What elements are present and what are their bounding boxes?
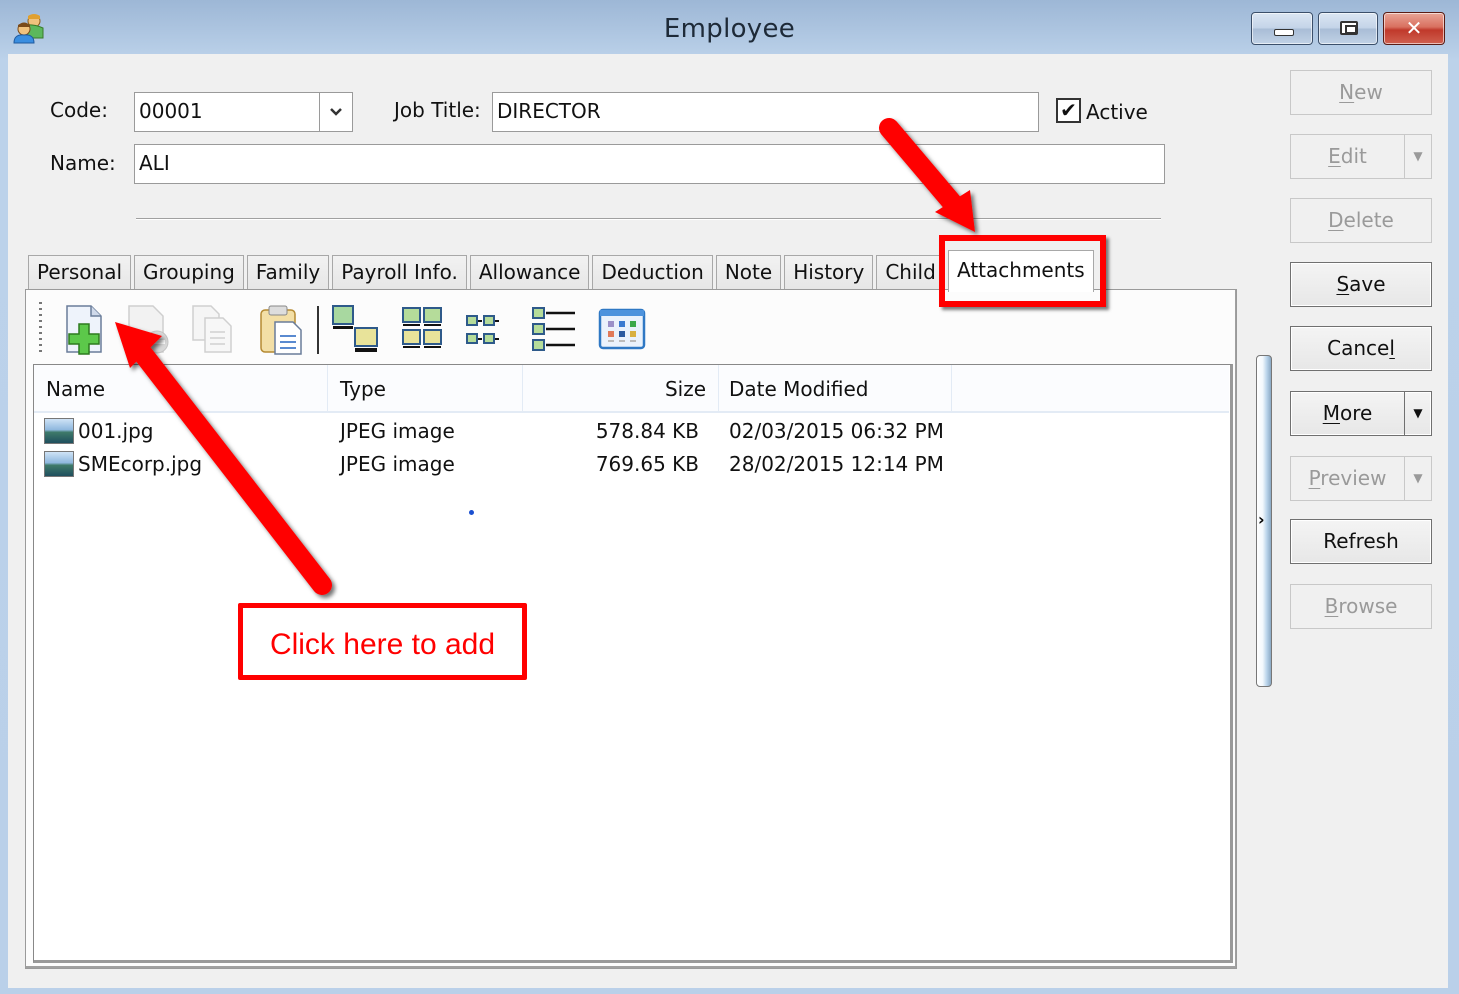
attachments-list[interactable]: Name Type Size Date Modified 001.jpg JPE… (33, 364, 1233, 963)
cancel-label-pre: Cance (1327, 336, 1390, 360)
checkmark-icon: ✔ (1060, 98, 1077, 122)
close-icon: ✕ (1405, 16, 1423, 40)
title-bar: Employee ✕ (0, 0, 1459, 54)
view-details-icon[interactable] (597, 302, 649, 356)
browse-button[interactable]: Browse (1290, 584, 1432, 629)
save-label-post: ave (1349, 272, 1386, 296)
file-size: 578.84 KB (595, 419, 699, 443)
toolbar-separator (317, 306, 319, 354)
delete-label-accel: D (1328, 208, 1344, 232)
view-small-icons-icon[interactable] (461, 302, 513, 356)
preview-label-post: review (1320, 466, 1387, 490)
cursor-dot (469, 510, 474, 515)
list-item[interactable]: 001.jpg JPEG image 578.84 KB 02/03/2015 … (34, 415, 1229, 448)
toolbar-grip-handle[interactable] (39, 302, 42, 356)
more-button[interactable]: More ▼ (1290, 391, 1432, 436)
tab-note[interactable]: Note (715, 255, 782, 290)
maximize-icon (1340, 21, 1358, 35)
preview-dropdown-icon[interactable]: ▼ (1405, 457, 1431, 500)
tab-personal[interactable]: Personal (28, 255, 132, 290)
callout-text: Click here to add (269, 628, 496, 661)
preview-button[interactable]: Preview ▼ (1290, 456, 1432, 501)
refresh-label: Refresh (1323, 529, 1399, 553)
add-file-icon[interactable] (61, 302, 113, 356)
more-label-accel: M (1322, 401, 1340, 425)
browse-label-accel: B (1324, 594, 1339, 618)
save-button[interactable]: Save (1290, 262, 1432, 307)
column-header-date-modified[interactable]: Date Modified (719, 365, 952, 411)
edit-label-accel: E (1328, 144, 1341, 168)
tab-family[interactable]: Family (246, 255, 330, 290)
preview-label-accel: P (1308, 466, 1321, 490)
minimize-button[interactable] (1251, 12, 1313, 45)
code-input[interactable]: 00001 (134, 92, 320, 132)
header-divider (136, 218, 1161, 220)
more-dropdown-icon[interactable]: ▼ (1405, 392, 1431, 435)
file-date-modified: 02/03/2015 06:32 PM (729, 419, 944, 443)
save-label-accel: S (1336, 272, 1350, 296)
new-button[interactable]: New (1290, 70, 1432, 115)
panel-splitter-handle[interactable]: › (1256, 355, 1272, 687)
active-label: Active (1086, 100, 1148, 124)
tab-grouping[interactable]: Grouping (134, 255, 244, 290)
tab-child[interactable]: Child (876, 255, 945, 290)
list-item[interactable]: SMEcorp.jpg JPEG image 769.65 KB 28/02/2… (34, 448, 1229, 481)
more-label-post: ore (1339, 401, 1373, 425)
delete-button[interactable]: Delete (1290, 198, 1432, 243)
column-header-size[interactable]: Size (523, 365, 719, 411)
file-date-modified: 28/02/2015 12:14 PM (729, 452, 944, 476)
tab-payroll-info[interactable]: Payroll Info. (332, 255, 467, 290)
image-file-icon (44, 451, 74, 477)
name-label: Name: (50, 151, 116, 175)
file-type: JPEG image (340, 419, 455, 443)
column-header-name[interactable]: Name (34, 365, 328, 411)
remove-file-icon (128, 305, 169, 354)
view-large-icons-icon[interactable] (329, 302, 381, 356)
edit-button[interactable]: Edit ▼ (1290, 134, 1432, 179)
attachments-tab-highlight (939, 235, 1106, 307)
code-dropdown-button[interactable] (319, 92, 353, 132)
preview-main[interactable]: Preview (1291, 457, 1405, 500)
file-type: JPEG image (340, 452, 455, 476)
active-checkbox[interactable]: ✔ (1056, 98, 1081, 123)
job-title-input[interactable]: DIRECTOR (492, 92, 1039, 132)
maximize-button[interactable] (1318, 12, 1378, 45)
edit-label-post: dit (1340, 144, 1367, 168)
browse-label-post: rowse (1338, 594, 1398, 618)
minimize-icon (1274, 29, 1294, 36)
file-name: SMEcorp.jpg (78, 452, 203, 476)
file-name: 001.jpg (78, 419, 154, 443)
tab-deduction[interactable]: Deduction (592, 255, 713, 290)
refresh-button[interactable]: Refresh (1290, 519, 1432, 564)
list-header: Name Type Size Date Modified (34, 365, 1229, 413)
copy-icon (192, 305, 232, 353)
edit-dropdown-icon[interactable]: ▼ (1405, 135, 1431, 178)
code-label: Code: (50, 98, 108, 122)
image-file-icon (44, 418, 74, 444)
view-thumbnails-icon[interactable] (397, 302, 449, 356)
tab-history[interactable]: History (784, 255, 874, 290)
callout-box: Click here to add (238, 603, 527, 680)
new-label-accel: N (1339, 80, 1355, 104)
column-header-type[interactable]: Type (328, 365, 523, 411)
chevron-right-icon: › (1258, 510, 1265, 529)
more-main[interactable]: More (1291, 392, 1405, 435)
tab-strip: Personal Grouping Family Payroll Info. A… (28, 255, 948, 290)
close-button[interactable]: ✕ (1383, 12, 1445, 45)
view-list-icon[interactable] (529, 302, 581, 356)
paste-icon[interactable] (255, 302, 307, 356)
tab-allowance[interactable]: Allowance (469, 255, 590, 290)
cancel-button[interactable]: Cancel (1290, 326, 1432, 371)
edit-main[interactable]: Edit (1291, 135, 1405, 178)
cancel-label-accel: l (1389, 336, 1395, 360)
delete-label-post: elete (1343, 208, 1394, 232)
window-title: Employee (663, 14, 796, 44)
new-label-post: ew (1354, 80, 1383, 104)
name-input[interactable]: ALI (134, 144, 1165, 184)
chevron-down-icon (330, 108, 342, 116)
file-size: 769.65 KB (595, 452, 699, 476)
job-title-label: Job Title: (394, 98, 481, 122)
